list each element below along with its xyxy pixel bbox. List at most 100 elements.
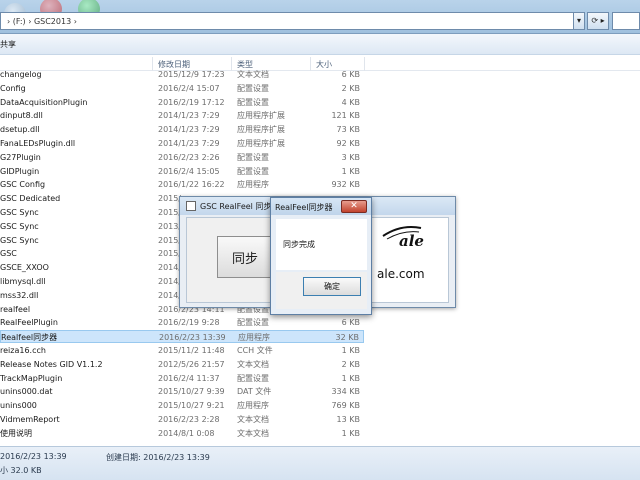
file-row[interactable]: G27Plugin 2016/2/23 2:26 配置设置 3 KB [0, 151, 364, 164]
file-name: mss32.dll [0, 290, 39, 300]
file-size-cell: 73 KB [336, 125, 360, 135]
sync-button[interactable]: 同步 [217, 236, 273, 278]
file-type: 应用程序 [237, 401, 269, 411]
file-row[interactable]: unins000.dat 2015/10/27 9:39 DAT 文件 334 KB [0, 385, 364, 398]
file-size: 小 32.0 KB [0, 466, 42, 475]
file-row[interactable]: Config 2016/2/4 15:07 配置设置 2 KB [0, 82, 364, 95]
file-name: GIDPlugin [0, 166, 40, 176]
explorer-toolbar: 共享 [0, 34, 640, 55]
file-type: 应用程序扩展 [237, 111, 285, 121]
file-date: 2015/11/2 11:48 [158, 346, 225, 355]
file-row[interactable]: dinput8.dll 2014/1/23 7:29 应用程序扩展 121 KB [0, 109, 364, 122]
file-name: DataAcquisitionPlugin [0, 97, 88, 107]
file-date: 2014/ [158, 263, 182, 273]
file-type: 文本文档 [237, 415, 269, 424]
file-row[interactable]: GIDPlugin 2016/2/4 15:05 配置设置 1 KB [0, 165, 364, 178]
file-date: 2016/1/22 16:22 [158, 180, 225, 190]
file-row[interactable]: GSC Config 2016/1/22 16:22 应用程序 932 KB [0, 178, 364, 191]
address-path: › (F:) › GSC2013 › [7, 16, 77, 26]
file-type: 配置设置 [237, 97, 269, 107]
app-icon [186, 201, 196, 211]
file-date: 2015/ [158, 194, 182, 204]
file-date: 2015/ [158, 249, 182, 259]
search-input[interactable] [612, 12, 640, 30]
file-type: 配置设置 [237, 318, 269, 328]
dialog-footer: 确定 [276, 272, 367, 309]
share-button[interactable]: 共享 [0, 39, 16, 50]
file-size-cell: 3 KB [341, 152, 360, 162]
dialog-content: 同步完成 [276, 219, 367, 270]
file-size-cell: 6 KB [341, 318, 360, 328]
file-name: FanaLEDsPlugin.dll [0, 139, 76, 148]
file-date: 2014/8/1 0:08 [158, 428, 215, 438]
file-row[interactable]: VidmemReport 2016/2/23 2:28 文本文档 13 KB [0, 413, 364, 426]
file-date: 2016/2/4 15:05 [158, 166, 220, 176]
file-size-cell: 1 KB [341, 373, 360, 383]
file-type: DAT 文件 [237, 387, 272, 397]
file-type: 配置设置 [237, 152, 269, 162]
file-date: 2015/ [158, 208, 182, 217]
file-row[interactable]: 使用说明 2014/8/1 0:08 文本文档 1 KB [0, 427, 364, 440]
file-size-cell: 6 KB [341, 70, 360, 79]
file-date: 2015/ [158, 235, 182, 245]
file-date: 2016/2/4 11:37 [158, 373, 220, 383]
file-type: 配置设置 [237, 83, 269, 93]
file-row[interactable]: dsetup.dll 2014/1/23 7:29 应用程序扩展 73 KB [0, 123, 364, 136]
file-type: 应用程序 [237, 180, 269, 190]
file-date: 2012/5/26 21:57 [158, 359, 225, 369]
file-name: Release Notes GID V1.1.2 [0, 359, 103, 369]
dialog-title: RealFeel同步器 [275, 203, 333, 212]
file-size-cell: 2 KB [341, 83, 360, 93]
file-name: GSC Sync [0, 221, 39, 231]
file-name: realfeel [0, 304, 31, 314]
file-name: Config [0, 83, 26, 93]
app-title: GSC RealFeel 同步 [200, 202, 272, 211]
address-bar[interactable]: › (F:) › GSC2013 › [0, 12, 583, 30]
file-row[interactable]: changelog 2015/12/9 17:23 文本文档 6 KB [0, 68, 364, 81]
file-date: 2016/2/23 2:26 [158, 152, 220, 162]
file-date: 2014/1/23 7:29 [158, 111, 220, 121]
file-row[interactable]: reiza16.cch 2015/11/2 11:48 CCH 文件 1 KB [0, 344, 364, 357]
file-date: 2014/1/23 7:29 [158, 125, 220, 135]
file-row[interactable]: TrackMapPlugin 2016/2/4 11:37 配置设置 1 KB [0, 372, 364, 385]
file-name: GSC Config [0, 180, 46, 190]
file-row[interactable]: Release Notes GID V1.1.2 2012/5/26 21:57 文… [0, 358, 364, 371]
file-date: 2013/ [158, 221, 182, 231]
file-date: 2014/1/23 7:29 [158, 139, 220, 148]
file-type: 文本文档 [237, 70, 269, 79]
file-type: 文本文档 [237, 428, 269, 438]
file-row[interactable]: DataAcquisitionPlugin 2016/2/19 17:12 配置设置… [0, 96, 364, 109]
file-size-cell: 4 KB [341, 97, 360, 107]
file-size-cell: 1 KB [341, 166, 360, 176]
file-date: 2016/2/4 15:07 [158, 83, 220, 93]
file-row[interactable]: FanaLEDsPlugin.dll 2014/1/23 7:29 应用程序扩展 92… [0, 137, 364, 150]
file-type: 应用程序扩展 [237, 125, 285, 135]
file-size-cell: 1 KB [341, 346, 360, 355]
file-name: libmysql.dll [0, 277, 46, 286]
file-name: RealFeelPlugin [0, 318, 58, 328]
file-row[interactable]: Realfeel同步器 2016/2/23 13:39 应用程序 32 KB [0, 330, 364, 344]
file-size-cell: 13 KB [336, 415, 360, 424]
file-name: GSC Dedicated [0, 194, 61, 204]
file-row[interactable]: RealFeelPlugin 2016/2/19 9:28 配置设置 6 KB [0, 316, 364, 329]
file-size-cell: 334 KB [331, 387, 360, 397]
ok-button[interactable]: 确定 [303, 277, 361, 296]
file-size-cell: 32 KB [335, 333, 359, 343]
file-date: 2016/2/23 2:28 [158, 415, 220, 424]
file-size-cell: 121 KB [331, 111, 360, 121]
close-icon[interactable]: ✕ [341, 200, 367, 213]
file-date: 2015/12/9 17:23 [158, 70, 225, 79]
file-name: 使用说明 [0, 428, 32, 438]
file-type: 应用程序 [238, 333, 270, 343]
file-row[interactable]: unins000 2015/10/27 9:21 应用程序 769 KB [0, 399, 364, 412]
file-type: CCH 文件 [237, 346, 273, 355]
dialog-titlebar: RealFeel同步器 ✕ [271, 198, 371, 215]
created-date: 创建日期: 2016/2/23 13:39 [106, 453, 210, 462]
modified-date: 2016/2/23 13:39 [0, 452, 67, 461]
refresh-icon[interactable]: ⟳ ▸ [587, 12, 609, 30]
file-type: 配置设置 [237, 166, 269, 176]
chevron-down-icon[interactable]: ▾ [573, 12, 585, 30]
file-name: G27Plugin [0, 152, 41, 162]
file-name: TrackMapPlugin [0, 373, 63, 383]
file-size-cell: 769 KB [331, 401, 360, 411]
